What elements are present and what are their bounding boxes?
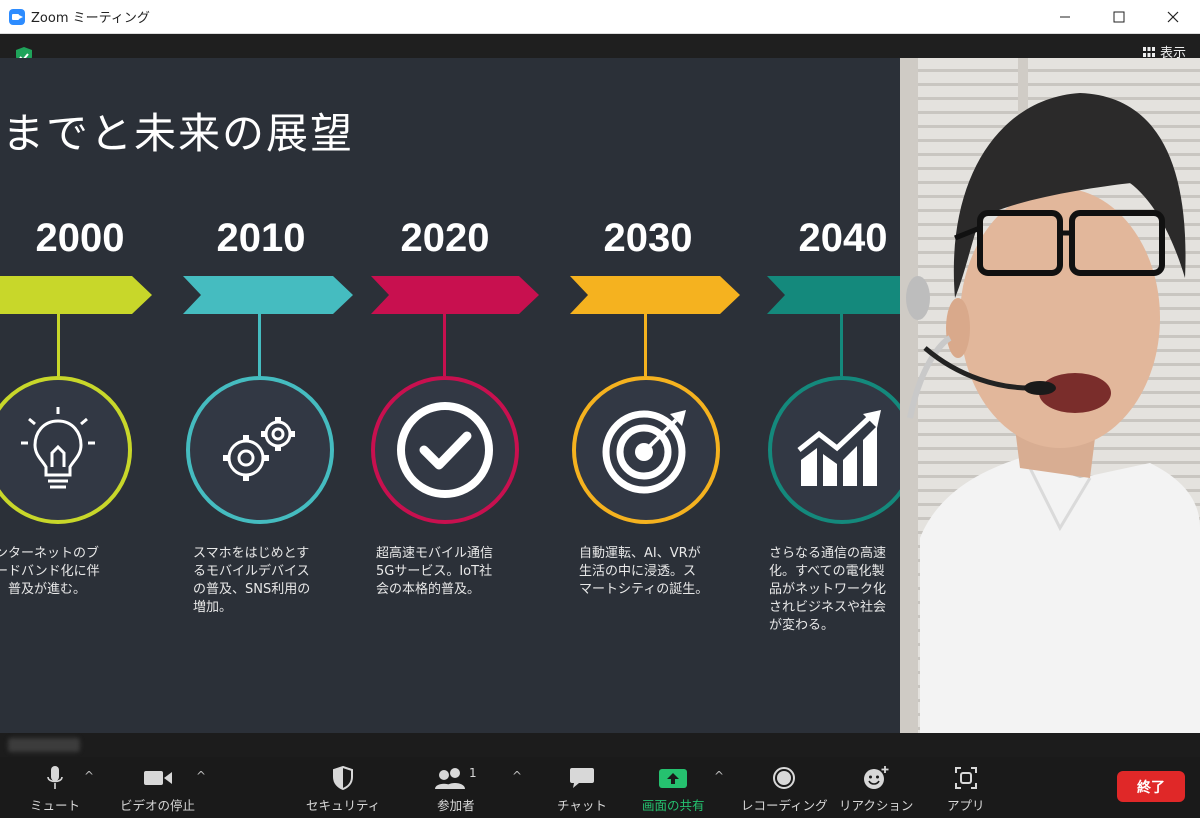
meeting-toolbar: ミュート ^ ビデオの停止 ^ セキュリティ 1 参加者 ^ チャット 画面の共… — [0, 757, 1200, 818]
zoom-app-icon — [9, 8, 25, 25]
meeting-top-bar — [0, 34, 1200, 58]
participants-button[interactable]: 1 参加者 — [435, 765, 477, 815]
gears-icon — [223, 417, 295, 481]
participant-name-redacted — [8, 738, 80, 752]
participants-count: 1 — [469, 766, 477, 780]
mute-options-caret[interactable]: ^ — [84, 769, 94, 783]
share-screen-button[interactable]: 画面の共有 — [642, 765, 705, 815]
timeline-circle — [572, 376, 720, 524]
reactions-button[interactable]: リアクション — [839, 765, 913, 815]
timeline-year: 2040 — [798, 216, 888, 260]
growth-chart-icon — [797, 410, 881, 486]
timeline-stem — [258, 314, 261, 376]
participant-name-strip — [0, 733, 1200, 757]
target-icon — [602, 410, 686, 494]
timeline-item: 2020 超高速モバイル通信 5Gサービス。IoT社 会の本格的普及。 — [371, 58, 571, 733]
timeline-description: さらなる通信の高速 化。すべての電化製 品がネットワーク化 されビジネスや社会 … — [769, 546, 887, 633]
window-title: Zoom ミーティング — [31, 11, 150, 26]
timeline-item: 2040 さらなる通信の高速 化。すべての電化製 品がネットワーク化 されビジネ… — [767, 58, 900, 733]
timeline-stem — [840, 314, 843, 376]
microphone-icon — [47, 766, 63, 789]
minimize-button[interactable] — [1038, 0, 1092, 34]
timeline-arrow — [0, 276, 152, 314]
timeline-item: 2030 自動運転、AI、VRが 生活の中に浸透。ス マートシティの誕生。 — [570, 58, 770, 733]
timeline-year: 2010 — [216, 216, 306, 260]
timeline-stem — [57, 314, 60, 376]
timeline-description: 超高速モバイル通信 5Gサービス。IoT社 会の本格的普及。 — [376, 546, 494, 597]
timeline-year: 2020 — [400, 216, 490, 260]
timeline-item: 2000 インターネットのブ ロードバンド化に伴 い、普及が進む。 — [0, 58, 180, 733]
timeline-circle — [186, 376, 334, 524]
video-camera-icon — [143, 771, 172, 785]
timeline-description: スマホをはじめとす るモバイルデバイス の普及、SNS利用の 増加。 — [193, 546, 311, 615]
mute-button[interactable]: ミュート — [30, 765, 80, 815]
apps-button[interactable]: アプリ — [947, 765, 985, 815]
participant-video[interactable] — [900, 58, 1200, 733]
shield-icon — [333, 766, 354, 790]
close-icon — [1167, 11, 1179, 22]
timeline-item: 2010 スマホをはじめとす るモバイルデバイス の普及、SNS利用の 増加。 — [183, 58, 383, 733]
grid-view-icon — [1142, 46, 1155, 57]
participant-video-feed — [900, 58, 1200, 733]
timeline-year: 2000 — [35, 216, 125, 260]
timeline-year: 2030 — [603, 216, 693, 260]
video-options-caret[interactable]: ^ — [196, 769, 206, 783]
minimize-icon — [1060, 16, 1070, 17]
share-screen-icon — [659, 769, 688, 788]
timeline-arrow — [371, 276, 539, 314]
timeline-stem — [644, 314, 647, 376]
timeline-circle — [0, 376, 132, 524]
chat-button[interactable]: チャット — [557, 765, 607, 815]
maximize-icon — [1113, 11, 1125, 22]
shared-screen: れまでと未来の展望 2000 インターネットのブ ロードバンド化に伴 い、普及が… — [0, 58, 900, 733]
share-options-caret[interactable]: ^ — [714, 769, 724, 783]
timeline-description: 自動運転、AI、VRが 生活の中に浸透。ス マートシティの誕生。 — [579, 546, 709, 597]
timeline-circle — [371, 376, 519, 524]
window-titlebar: Zoom ミーティング — [0, 0, 1200, 34]
checkmark-icon — [397, 402, 493, 498]
record-button[interactable]: レコーディング — [741, 765, 828, 815]
security-button[interactable]: セキュリティ — [306, 765, 380, 815]
maximize-button[interactable] — [1092, 0, 1146, 34]
timeline-stem — [443, 314, 446, 376]
timeline-arrow — [183, 276, 353, 314]
apps-icon — [954, 767, 977, 789]
stop-video-button[interactable]: ビデオの停止 — [120, 765, 195, 815]
timeline-description: インターネットのブ ロードバンド化に伴 い、普及が進む。 — [0, 546, 100, 597]
timeline-arrow — [570, 276, 740, 314]
emoji-plus-icon — [864, 766, 889, 789]
lightbulb-icon — [21, 407, 95, 489]
record-icon — [773, 767, 796, 789]
participants-options-caret[interactable]: ^ — [512, 769, 522, 783]
chat-bubble-icon — [569, 768, 594, 788]
timeline-circle — [768, 376, 900, 524]
close-button[interactable] — [1146, 0, 1200, 34]
timeline-arrow — [767, 276, 900, 314]
window-controls — [1038, 0, 1200, 34]
end-meeting-button[interactable]: 終了 — [1117, 771, 1185, 802]
participants-icon — [435, 768, 465, 789]
